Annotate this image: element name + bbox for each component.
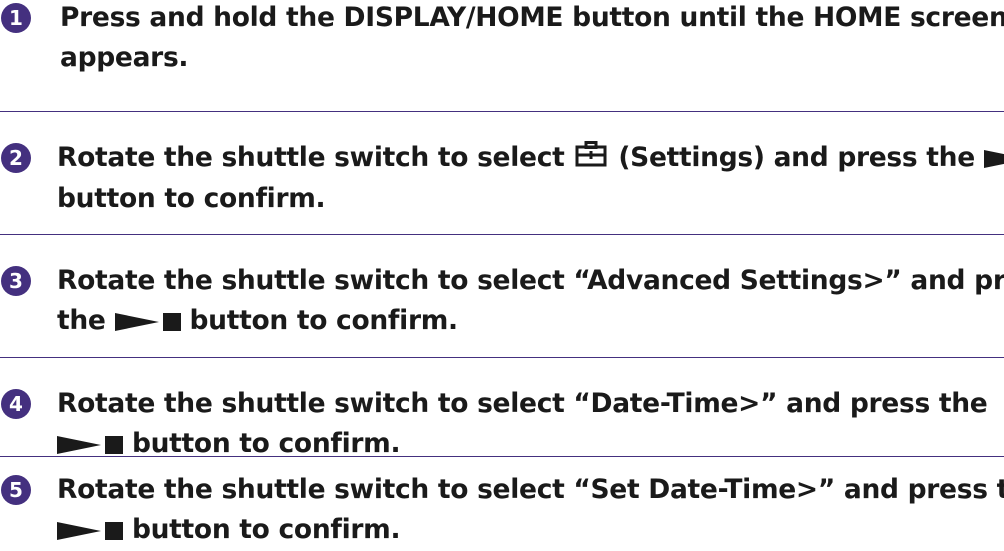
step-text: Press and hold the DISPLAY/HOME button u… bbox=[60, 0, 1004, 78]
play-stop-icon bbox=[57, 425, 123, 465]
step-text-line: Press and hold the DISPLAY/HOME button u… bbox=[60, 2, 1004, 33]
step-text-segment: (Settings) and press the bbox=[618, 142, 975, 173]
step-text-line: Rotate the shuttle switch to select “Adv… bbox=[57, 265, 1004, 296]
play-stop-icon bbox=[114, 302, 181, 342]
step-text-segment: Rotate the shuttle switch to select bbox=[57, 142, 565, 173]
step-text-line: the button to confirm. bbox=[57, 301, 1004, 342]
step-text-segment: button to confirm. bbox=[131, 428, 401, 459]
step-text-line: button to confirm. bbox=[57, 182, 326, 214]
instruction-steps: 1 Press and hold the DISPLAY/HOME button… bbox=[0, 0, 1004, 545]
step-text-line: Rotate the shuttle switch to select “Dat… bbox=[57, 388, 988, 419]
step-text-segment: button to confirm. bbox=[131, 514, 401, 545]
step-text: Rotate the shuttle switch to select “Adv… bbox=[57, 261, 1004, 342]
play-stop-icon bbox=[983, 139, 1004, 179]
step-text-segment: button to confirm. bbox=[189, 305, 458, 336]
step-number-badge: 4 bbox=[1, 389, 31, 419]
step-number-badge: 1 bbox=[1, 3, 31, 33]
step-number-badge: 2 bbox=[1, 143, 31, 173]
step-text-line: Rotate the shuttle switch to select “Set… bbox=[57, 474, 1004, 505]
divider bbox=[0, 456, 1004, 457]
step-text-segment: the bbox=[57, 305, 106, 336]
step-number-badge: 5 bbox=[1, 475, 31, 505]
step-text: Rotate the shuttle switch to select “Set… bbox=[57, 470, 1004, 551]
step-text-line: Rotate the shuttle switch to select (Set… bbox=[57, 138, 1004, 179]
step-text: Rotate the shuttle switch to select “Dat… bbox=[57, 384, 988, 465]
divider bbox=[0, 234, 1004, 235]
step-number-badge: 3 bbox=[1, 266, 31, 296]
divider bbox=[0, 357, 1004, 358]
step-text-line: button to confirm. bbox=[57, 424, 987, 465]
divider bbox=[0, 111, 1004, 112]
step-text-line: button to confirm. bbox=[57, 510, 1004, 551]
step-text-line: appears. bbox=[60, 42, 189, 73]
step-text: Rotate the shuttle switch to select (Set… bbox=[57, 138, 1004, 219]
play-stop-icon bbox=[57, 511, 123, 551]
settings-icon bbox=[575, 139, 607, 179]
